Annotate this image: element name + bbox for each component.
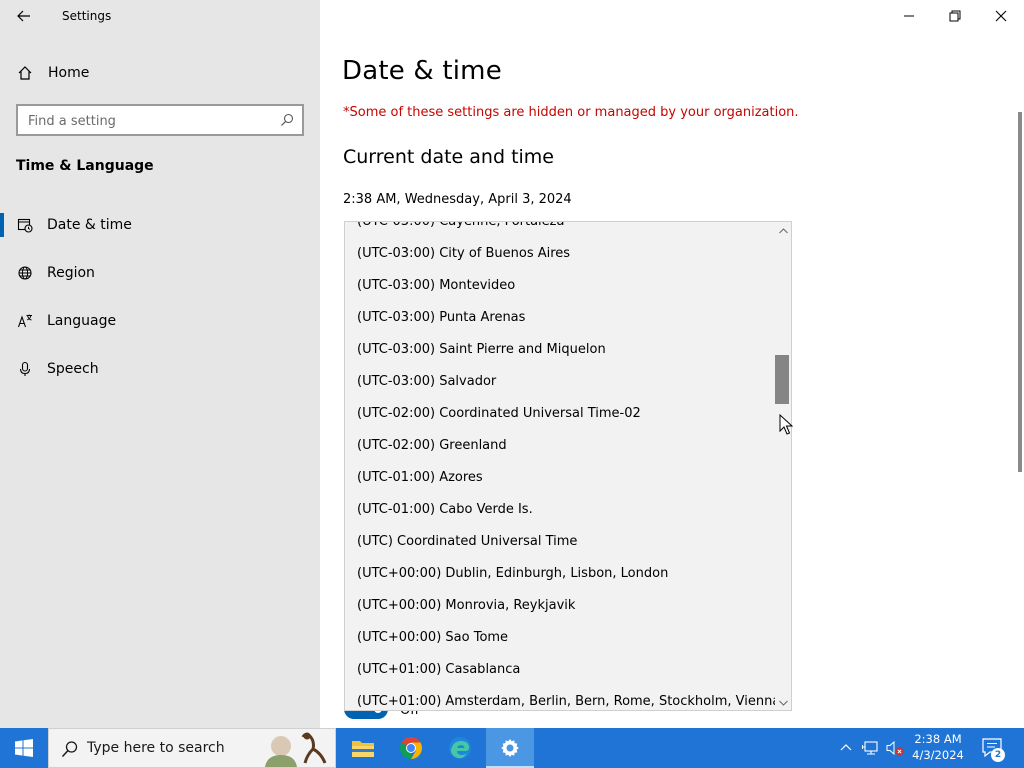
search-icon[interactable] <box>280 113 294 127</box>
sidebar-item-speech[interactable]: Speech <box>0 349 320 389</box>
nav-home-label: Home <box>48 65 90 81</box>
nav-home[interactable]: Home <box>0 53 320 93</box>
timezone-option[interactable]: (UTC+00:00) Monrovia, Reykjavik <box>345 590 775 622</box>
current-date-time-heading: Current date and time <box>343 146 554 168</box>
settings-search-input[interactable] <box>28 112 268 130</box>
volume-muted-icon[interactable] <box>886 739 904 757</box>
taskbar-settings[interactable] <box>486 728 534 768</box>
clock-time: 2:38 AM <box>914 732 962 746</box>
timezone-option[interactable]: (UTC-01:00) Azores <box>345 462 775 494</box>
timezone-option[interactable]: (UTC+01:00) Amsterdam, Berlin, Bern, Rom… <box>345 686 775 710</box>
network-icon[interactable] <box>862 739 880 757</box>
page-scrollbar[interactable] <box>1018 112 1022 472</box>
sidebar-item-region[interactable]: Region <box>0 253 320 293</box>
restore-button[interactable] <box>932 0 978 32</box>
sidebar-item-label: Language <box>47 313 117 329</box>
current-date-time-value: 2:38 AM, Wednesday, April 3, 2024 <box>343 192 572 207</box>
language-icon <box>16 312 34 330</box>
page-title: Date & time <box>342 56 502 86</box>
back-arrow-icon <box>17 10 30 22</box>
timezone-option[interactable]: (UTC+01:00) Casablanca <box>345 654 775 686</box>
sidebar-item-label: Region <box>47 265 95 281</box>
taskbar-clock[interactable]: 2:38 AM 4/3/2024 <box>905 731 971 763</box>
taskbar: Type here to search 2:38 AM 4/3/2024 2 <box>0 728 1024 768</box>
timezone-option[interactable]: (UTC-02:00) Greenland <box>345 430 775 462</box>
timezone-option[interactable]: (UTC+00:00) Sao Tome <box>345 622 775 654</box>
timezone-option[interactable]: (UTC-03:00) Cayenne, Fortaleza <box>345 222 775 238</box>
notification-count-badge: 2 <box>991 748 1005 762</box>
file-explorer-icon <box>352 741 374 757</box>
taskbar-file-explorer[interactable] <box>339 728 387 768</box>
app-title: Settings <box>62 9 112 23</box>
sidebar-item-label: Speech <box>47 361 99 377</box>
sidebar-item-label: Date & time <box>47 217 132 233</box>
timezone-option[interactable]: (UTC-03:00) Montevideo <box>345 270 775 302</box>
timezone-option[interactable]: (UTC-03:00) Saint Pierre and Miquelon <box>345 334 775 366</box>
timezone-option[interactable]: (UTC-03:00) Punta Arenas <box>345 302 775 334</box>
taskbar-chrome[interactable] <box>387 728 435 768</box>
start-button[interactable] <box>0 728 48 768</box>
microphone-icon <box>16 360 34 378</box>
section-title: Time & Language <box>16 158 154 174</box>
taskbar-edge[interactable] <box>436 728 484 768</box>
globe-icon <box>16 264 34 282</box>
active-indicator <box>0 213 4 237</box>
scroll-down-arrow-icon[interactable] <box>777 698 789 708</box>
settings-search-box[interactable] <box>16 104 304 136</box>
edge-icon <box>449 737 471 759</box>
minimize-icon <box>904 15 914 17</box>
settings-icon <box>501 739 519 757</box>
chrome-icon <box>400 737 422 759</box>
timezone-option[interactable]: (UTC) Coordinated Universal Time <box>345 526 775 558</box>
scrollbar-thumb[interactable] <box>775 355 789 404</box>
search-highlight-illustration-icon <box>265 732 327 767</box>
date-time-icon <box>16 216 34 234</box>
mouse-cursor-icon <box>779 414 793 435</box>
sidebar-item-language[interactable]: Language <box>0 301 320 341</box>
scroll-up-arrow-icon[interactable] <box>777 226 789 236</box>
sidebar-item-date-time[interactable]: Date & time <box>0 205 320 245</box>
timezone-option[interactable]: (UTC-03:00) Salvador <box>345 366 775 398</box>
clock-date: 4/3/2024 <box>912 748 964 762</box>
list-scrollbar[interactable] <box>775 222 791 710</box>
minimize-button[interactable] <box>886 0 932 32</box>
org-warning-text: *Some of these settings are hidden or ma… <box>343 105 799 120</box>
home-icon <box>16 64 34 82</box>
timezone-option[interactable]: (UTC-02:00) Coordinated Universal Time-0… <box>345 398 775 430</box>
timezone-dropdown-list[interactable]: (UTC-03:00) Cayenne, Fortaleza (UTC-03:0… <box>344 221 792 711</box>
close-button[interactable] <box>978 0 1024 32</box>
chevron-up-icon[interactable] <box>838 740 854 756</box>
restore-icon <box>949 10 961 22</box>
close-icon <box>995 10 1007 22</box>
timezone-options: (UTC-03:00) Cayenne, Fortaleza (UTC-03:0… <box>345 222 775 710</box>
timezone-option[interactable]: (UTC-03:00) City of Buenos Aires <box>345 238 775 270</box>
timezone-option[interactable]: (UTC-01:00) Cabo Verde Is. <box>345 494 775 526</box>
back-button[interactable] <box>8 4 40 28</box>
timezone-option[interactable]: (UTC+00:00) Dublin, Edinburgh, Lisbon, L… <box>345 558 775 590</box>
windows-logo-icon <box>15 739 33 757</box>
sidebar: Settings Home Time & Language Date & tim… <box>0 0 320 728</box>
taskbar-search-text: Type here to search <box>87 740 225 756</box>
search-icon <box>61 741 78 758</box>
taskbar-search-box[interactable]: Type here to search <box>48 728 336 768</box>
